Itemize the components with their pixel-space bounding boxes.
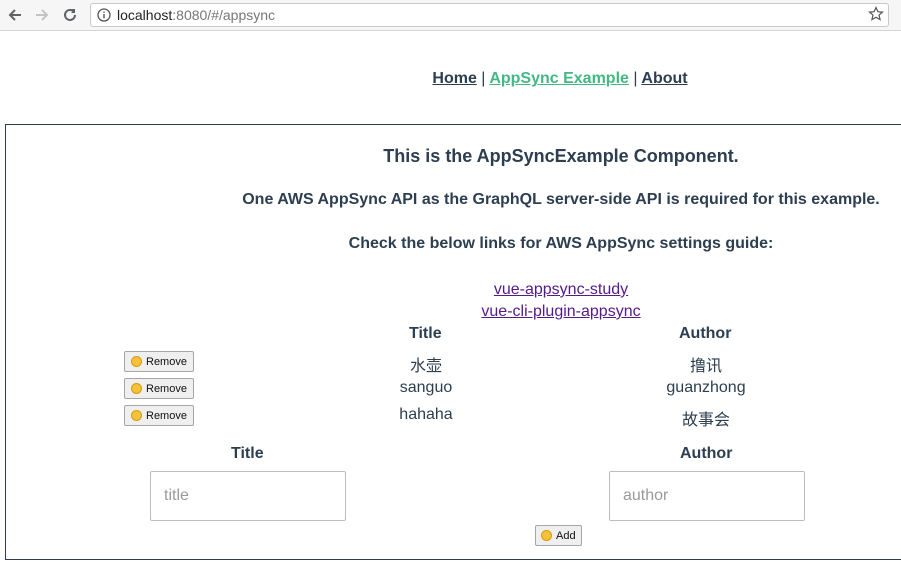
remove-button[interactable]: Remove	[124, 378, 194, 399]
worried-face-icon	[131, 410, 142, 421]
component-heading: This is the AppSyncExample Component.	[383, 146, 739, 166]
add-button[interactable]: Add	[535, 525, 582, 546]
row-author: 故事会	[681, 412, 730, 429]
bookmark-star-icon[interactable]	[868, 6, 884, 27]
reload-icon[interactable]	[60, 5, 80, 25]
title-input[interactable]	[150, 471, 346, 521]
browser-toolbar: localhost:8080/#/appsync	[0, 0, 901, 31]
row-title: 水壶	[409, 358, 442, 375]
row-author: guanzhong	[666, 379, 746, 396]
address-bar[interactable]: localhost:8080/#/appsync	[90, 3, 889, 27]
worried-face-icon	[131, 356, 142, 367]
smiling-face-icon	[541, 530, 552, 541]
row-author: 撸讯	[689, 358, 722, 375]
remove-label: Remove	[146, 409, 187, 422]
info-icon[interactable]	[97, 8, 111, 22]
nav-home-link[interactable]: Home	[432, 70, 476, 87]
column-header-author: Author	[679, 325, 732, 342]
url-path: :8080/#/appsync	[172, 7, 276, 23]
remove-button[interactable]: Remove	[124, 351, 194, 372]
forward-arrow-icon[interactable]	[32, 5, 52, 25]
nav-about-link[interactable]: About	[641, 70, 687, 87]
form-label-title: Title	[231, 445, 264, 462]
link-vue-appsync-study[interactable]: vue-appsync-study	[6, 279, 901, 301]
guide-text: Check the below links for AWS AppSync se…	[348, 235, 774, 252]
column-header-title: Title	[409, 325, 442, 342]
row-title: hahaha	[399, 406, 453, 423]
nav-separator: |	[481, 70, 486, 87]
author-input[interactable]	[609, 471, 805, 521]
appsync-component: This is the AppSyncExample Component. On…	[5, 124, 901, 560]
worried-face-icon	[131, 383, 142, 394]
guide-links: vue-appsync-study vue-cli-plugin-appsync	[6, 279, 901, 323]
link-vue-cli-plugin-appsync[interactable]: vue-cli-plugin-appsync	[6, 301, 901, 323]
remove-label: Remove	[146, 355, 187, 368]
form-label-author: Author	[680, 445, 733, 462]
requirement-text: One AWS AppSync API as the GraphQL serve…	[242, 191, 880, 208]
remove-button[interactable]: Remove	[124, 405, 194, 426]
app-nav: Home | AppSync Example | About	[0, 70, 901, 88]
row-title: sanguo	[399, 379, 453, 396]
nav-appsync-link[interactable]: AppSync Example	[489, 70, 629, 87]
back-arrow-icon[interactable]	[5, 5, 25, 25]
nav-separator: |	[633, 70, 638, 87]
url-host: localhost	[117, 7, 173, 23]
add-label: Add	[556, 529, 576, 542]
remove-label: Remove	[146, 382, 187, 395]
